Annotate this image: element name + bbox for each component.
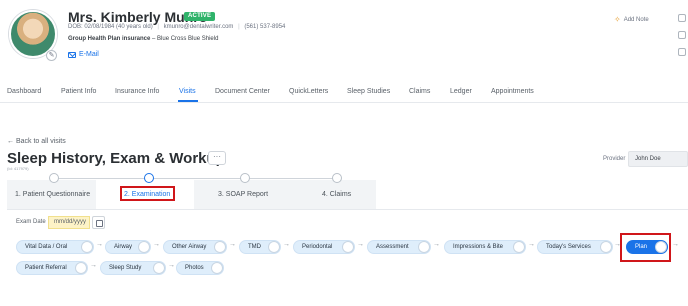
pill-impressions-bite[interactable]: Impressions & Bite [444,240,526,254]
pill-patient-referral[interactable]: Patient Referral [16,261,88,275]
provider-select[interactable]: John Doe [628,151,688,167]
patient-meta: DOB: 02/08/1984 (40 years old) | kmunro@… [68,24,286,30]
arrow-right-icon: → [672,241,679,248]
step-dot-3[interactable] [240,173,250,183]
add-note-label: Add Note [623,16,649,23]
step-soap-report[interactable]: 3. SOAP Report [218,191,268,198]
pill-tmd[interactable]: TMD [239,240,281,254]
document-icon[interactable] [678,14,686,22]
toggle-knob [215,242,225,252]
insurance-label: Group Health Plan insurance [68,36,151,42]
arrow-right-icon: → [90,262,97,269]
toggle-knob [139,242,149,252]
nav-divider [0,102,688,103]
pill-photos[interactable]: Photos [176,261,224,275]
tab-appointments[interactable]: Appointments [491,88,534,95]
pin-icon: ✧ [614,15,621,24]
pill-label: Patient Referral [25,265,67,271]
add-note-button[interactable]: ✧ Add Note [614,15,649,24]
toggle-knob [419,242,429,252]
highlight-box-plan [620,233,671,262]
pill-label: Assessment [376,244,409,250]
tab-visits[interactable]: Visits [179,88,196,95]
toggle-knob [212,263,222,273]
step-dot-2[interactable] [144,173,154,183]
status-badge: ACTIVE [184,12,216,21]
arrow-left-icon: ← [7,138,16,145]
toggle-knob [601,242,611,252]
back-link[interactable]: ← Back to all visits [7,138,66,145]
email-link[interactable]: E-Mail [68,51,99,58]
highlight-box-examination [120,186,175,201]
image-icon[interactable] [678,48,686,56]
email-link-label: E-Mail [79,51,99,58]
arrow-right-icon: → [283,241,290,248]
pill-airway[interactable]: Airway [105,240,151,254]
arrow-right-icon: → [96,241,103,248]
arrow-right-icon: → [528,241,535,248]
age-text: (40 years old) [116,24,153,30]
edit-photo-icon[interactable]: ✎ [46,50,57,61]
toggle-knob [82,242,92,252]
arrow-right-icon: → [229,241,236,248]
pill-sleep-study[interactable]: Sleep Study [100,261,166,275]
stepper-line [54,178,337,179]
tab-document-center[interactable]: Document Center [215,88,270,95]
tab-sleep-studies[interactable]: Sleep Studies [347,88,390,95]
tab-ledger[interactable]: Ledger [450,88,472,95]
more-options-button[interactable]: ··· [208,151,226,165]
dob-text: DOB: 02/08/1984 [68,24,115,30]
pill-label: Other Airway [172,244,207,250]
email-text: kmunro@dentalwriter.com [163,24,234,30]
arrow-right-icon: → [168,262,175,269]
step-patient-questionnaire[interactable]: 1. Patient Questionnaire [15,191,90,198]
calendar-icon[interactable] [92,216,105,229]
pill-label: TMD [248,244,261,250]
page-title: Sleep History, Exam & Workup [7,150,225,167]
step-dot-1[interactable] [49,173,59,183]
content-divider [7,209,688,210]
insurance-line: Group Health Plan insurance – Blue Cross… [68,36,219,42]
pill-label: Sleep Study [109,265,142,271]
phone-text: (561) 537-8954 [244,24,286,30]
toggle-knob [76,263,86,273]
pill-other-airway[interactable]: Other Airway [163,240,227,254]
tab-claims[interactable]: Claims [409,88,430,95]
insurance-name: Blue Cross Blue Shield [157,36,219,42]
step-dot-4[interactable] [332,173,342,183]
toggle-knob [343,242,353,252]
mail-icon [68,51,76,58]
step-claims[interactable]: 4. Claims [322,191,351,198]
pill-vital-data-oral[interactable]: Vital Data / Oral [16,240,94,254]
tab-dashboard[interactable]: Dashboard [7,88,41,95]
pill-label: Periodontal [302,244,333,250]
exam-date-input[interactable]: mm/dd/yyyy [48,216,90,229]
arrow-right-icon: → [433,241,440,248]
arrow-right-icon: → [153,241,160,248]
toggle-knob [154,263,164,273]
arrow-right-icon: → [357,241,364,248]
pill-label: Impressions & Bite [453,244,504,250]
pill-periodontal[interactable]: Periodontal [293,240,355,254]
pill-label: Vital Data / Oral [25,244,68,250]
back-link-label: Back to all visits [15,138,66,145]
settings-icon[interactable] [678,31,686,39]
exam-date-label: Exam Date [16,219,46,225]
pill-todays-services[interactable]: Today's Services [537,240,613,254]
pill-label: Photos [185,265,204,271]
pill-label: Today's Services [546,244,591,250]
tab-insurance-info[interactable]: Insurance Info [115,88,159,95]
right-rail [678,14,688,56]
provider-label: Provider [603,156,626,162]
tab-patient-info[interactable]: Patient Info [61,88,96,95]
toggle-knob [269,242,279,252]
tab-quickletters[interactable]: QuickLetters [289,88,328,95]
toggle-knob [514,242,524,252]
pill-assessment[interactable]: Assessment [367,240,431,254]
pill-label: Airway [114,244,133,250]
visit-id: (Id: 417979) [7,166,29,171]
